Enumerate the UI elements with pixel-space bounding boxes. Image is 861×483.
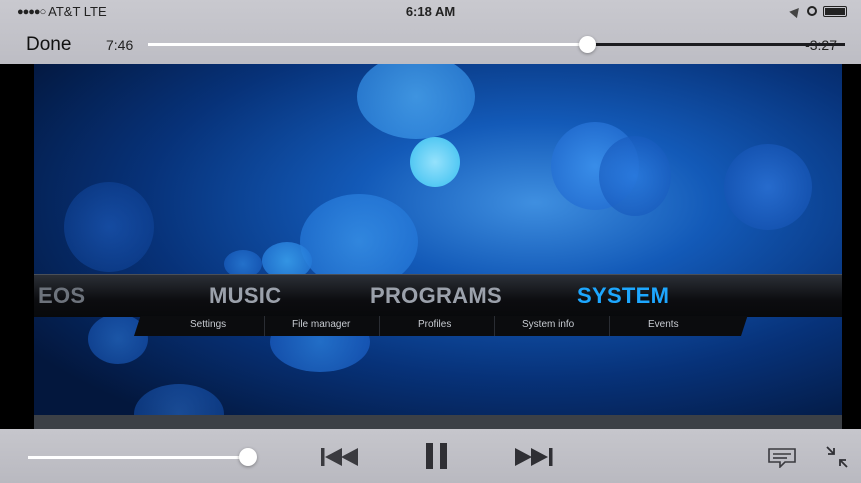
submenu-divider xyxy=(379,316,380,336)
subtitles-icon[interactable] xyxy=(767,448,797,468)
done-button[interactable]: Done xyxy=(26,34,71,56)
video-frame[interactable]: EOS MUSIC PROGRAMS SYSTEM Settings File … xyxy=(34,64,842,429)
bokeh-bubble xyxy=(64,182,154,272)
pause-icon[interactable] xyxy=(426,443,448,469)
exit-fullscreen-icon[interactable] xyxy=(825,445,849,469)
bokeh-bubble xyxy=(410,137,460,187)
volume-slider[interactable] xyxy=(28,448,257,466)
progress-played xyxy=(148,43,587,46)
submenu-divider xyxy=(609,316,610,336)
kodi-footer-strip xyxy=(34,415,842,429)
menu-item-system[interactable]: SYSTEM xyxy=(577,283,669,309)
status-time: 6:18 AM xyxy=(405,4,456,19)
menu-item-programs[interactable]: PROGRAMS xyxy=(370,283,502,309)
menu-item-videos[interactable]: EOS xyxy=(38,283,85,309)
bokeh-bubble xyxy=(724,144,812,230)
menu-item-music[interactable]: MUSIC xyxy=(209,283,281,309)
top-controls-bar: ●●●●○ AT&T LTE 6:18 AM Done 7:46 -3:27 xyxy=(0,0,861,64)
bokeh-bubble xyxy=(599,136,671,216)
location-icon xyxy=(789,4,803,18)
remaining-time: -3:27 xyxy=(805,37,837,53)
bokeh-bubble xyxy=(357,64,475,139)
bottom-controls-bar xyxy=(0,429,861,483)
submenu-system-info[interactable]: System info xyxy=(522,319,574,330)
submenu-profiles[interactable]: Profiles xyxy=(418,319,451,330)
submenu-settings[interactable]: Settings xyxy=(190,319,226,330)
submenu-divider xyxy=(264,316,265,336)
progress-handle[interactable] xyxy=(579,36,596,53)
battery-icon xyxy=(823,5,847,17)
skip-back-icon[interactable] xyxy=(321,448,361,466)
submenu-events[interactable]: Events xyxy=(648,319,679,330)
alarm-icon xyxy=(807,6,817,16)
elapsed-time: 7:46 xyxy=(106,37,134,53)
progress-slider[interactable] xyxy=(148,36,845,53)
submenu-file-manager[interactable]: File manager xyxy=(292,319,350,330)
status-icons xyxy=(789,4,847,18)
status-bar: ●●●●○ AT&T LTE 6:18 AM xyxy=(0,0,861,22)
volume-handle[interactable] xyxy=(239,448,257,466)
submenu-divider xyxy=(494,316,495,336)
skip-forward-icon[interactable] xyxy=(515,448,555,466)
